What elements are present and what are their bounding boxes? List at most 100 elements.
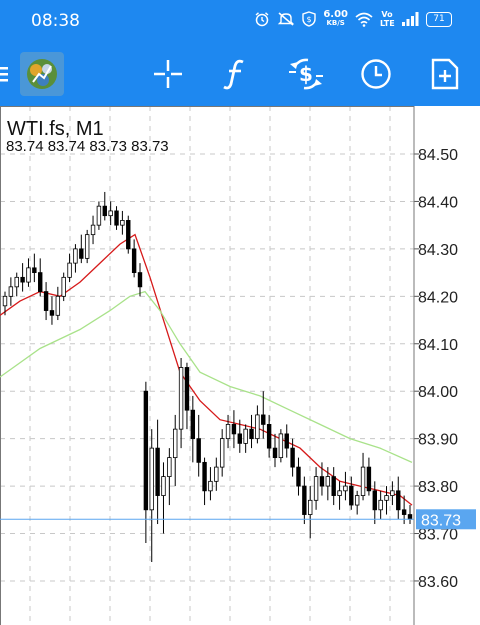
- candle-body: [61, 276, 66, 297]
- candle-body: [214, 466, 219, 482]
- candle-body: [325, 476, 331, 487]
- candle-body: [401, 509, 407, 515]
- y-tick-label: 84.20: [418, 289, 458, 306]
- candle-body: [131, 248, 137, 274]
- candle-body: [38, 272, 43, 292]
- candle-body: [149, 447, 154, 511]
- app-logo[interactable]: [20, 52, 64, 96]
- y-tick-label: 84.00: [418, 384, 458, 401]
- candle-body: [202, 461, 207, 492]
- candle-body: [126, 220, 131, 250]
- alarm-icon: [255, 12, 269, 27]
- candle-body: [225, 424, 231, 440]
- chart-canvas[interactable]: 84.50 84.40 84.30 84.20 84.10 84.00 83.90 83.80…: [0, 106, 480, 625]
- candle-body: [178, 367, 184, 430]
- candle-body: [108, 210, 113, 217]
- crosshair-icon[interactable]: [146, 52, 190, 96]
- candle-body: [114, 210, 119, 226]
- candle-body: [284, 433, 289, 449]
- candle-body: [372, 490, 377, 511]
- candle-body: [296, 466, 301, 487]
- candle-body: [337, 490, 342, 496]
- candle-body: [155, 447, 160, 496]
- candle-body: [319, 476, 325, 487]
- candle-body: [79, 248, 84, 259]
- y-tick-label: 83.80: [418, 479, 458, 496]
- candle-body: [266, 424, 272, 449]
- net-speed-value: 6.00: [323, 9, 348, 20]
- candle-body: [243, 428, 248, 444]
- candle-body: [67, 262, 72, 278]
- clock-time: 08:38: [31, 11, 80, 31]
- candle-body: [196, 438, 201, 463]
- candle-body: [84, 234, 90, 259]
- candle-body: [278, 433, 284, 459]
- candle-body: [343, 485, 348, 492]
- candle-body: [137, 272, 143, 288]
- candle-body: [167, 457, 172, 477]
- svg-text:$: $: [307, 15, 312, 24]
- candle-body: [219, 438, 225, 468]
- candle-body: [49, 310, 55, 316]
- candle-body: [390, 490, 395, 496]
- candle-body: [173, 428, 178, 459]
- svg-text:$: $: [299, 62, 313, 86]
- wifi-icon: [355, 12, 373, 27]
- candle-body: [249, 428, 254, 440]
- chart-toolbar: $: [0, 42, 480, 106]
- candle-body: [407, 514, 413, 520]
- candle-body: [161, 476, 166, 496]
- y-tick-label: 84.50: [418, 147, 458, 164]
- candle-body: [272, 447, 278, 459]
- net-speed-unit: KB/S: [326, 19, 345, 27]
- candle-body: [366, 466, 372, 492]
- y-tick-label: 84.40: [418, 194, 458, 211]
- shield-icon: $: [302, 11, 317, 27]
- candle-body: [90, 224, 96, 236]
- status-icons: $ 6.00 KB/S Vo LTE 71: [254, 10, 452, 28]
- candle-body: [302, 485, 307, 515]
- mute-icon: [278, 12, 295, 26]
- battery-indicator: 71: [426, 11, 452, 27]
- candle-body: [384, 495, 389, 501]
- candle-body: [32, 267, 37, 274]
- candle-body: [55, 295, 61, 316]
- candle-body: [237, 433, 242, 444]
- menu-icon[interactable]: [0, 52, 16, 96]
- candle-body: [349, 485, 354, 506]
- candle-body: [14, 276, 19, 288]
- chart-ohlc-values: 83.74 83.74 83.73 83.73: [6, 138, 169, 155]
- new-order-icon[interactable]: [423, 52, 467, 96]
- net-speed: 6.00 KB/S: [323, 10, 348, 28]
- candle-body: [396, 490, 401, 511]
- volte-indicator: Vo LTE: [380, 10, 395, 28]
- current-price-label: 83.73: [421, 512, 461, 529]
- trade-icon[interactable]: $: [284, 52, 328, 96]
- candle-body: [255, 414, 260, 440]
- candle-body: [120, 220, 125, 226]
- candle-body: [331, 476, 336, 496]
- y-tick-label: 83.60: [418, 574, 458, 591]
- y-tick-label: 84.30: [418, 242, 458, 259]
- candle-body: [313, 476, 319, 501]
- candle-body: [354, 495, 360, 506]
- candle-body: [231, 424, 237, 435]
- candle-body: [43, 291, 49, 311]
- candle-body: [261, 414, 266, 425]
- volte-label: Vo LTE: [380, 10, 395, 28]
- candle-body: [2, 295, 8, 307]
- candle-body: [102, 205, 107, 217]
- candle-body: [8, 286, 14, 297]
- price-chart[interactable]: 84.50 84.40 84.30 84.20 84.10 84.00 83.90 83.80…: [0, 106, 480, 625]
- candle-body: [290, 447, 295, 468]
- candle-body: [73, 248, 78, 264]
- candle-body: [360, 466, 366, 496]
- status-bar: 08:38 $ 6.00 KB/S Vo LTE 71: [0, 0, 480, 42]
- y-tick-label: 84.10: [418, 337, 458, 354]
- candle-body: [184, 367, 190, 411]
- candle-body: [20, 276, 25, 283]
- indicator-function-icon[interactable]: [214, 52, 258, 96]
- candle-body: [378, 499, 383, 511]
- candle-body: [96, 205, 102, 226]
- history-clock-icon[interactable]: [354, 52, 398, 96]
